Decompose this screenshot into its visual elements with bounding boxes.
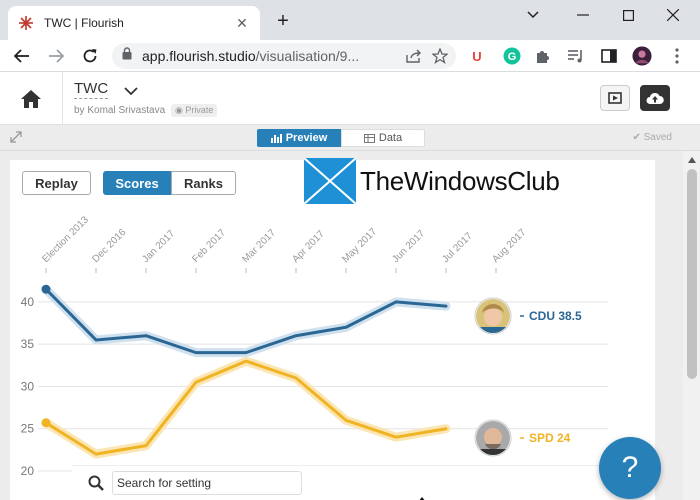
media-playlist-icon[interactable] [566, 46, 586, 66]
y-tick-label: 25 [21, 422, 35, 436]
tab-preview[interactable]: Preview [257, 129, 341, 147]
y-tick-label: 30 [21, 379, 35, 393]
back-arrow-icon[interactable] [10, 44, 34, 68]
address-bar[interactable]: app.flourish.studio/visualisation/9... [112, 43, 456, 69]
x-tick-label: Election 2013 [40, 214, 91, 265]
private-badge: ◉ Private [170, 104, 218, 117]
line-chart: 20 25 30 35 40 Election 2013 Dec 2016 Jan 2017… [21, 214, 608, 478]
x-tick-label: May 2017 [340, 226, 379, 265]
y-tick-label: 40 [21, 295, 35, 309]
x-tick-label: Dec 2016 [90, 227, 128, 265]
browser-titlebar: TWC | Flourish ✕ + [0, 0, 700, 40]
share-icon[interactable] [404, 46, 424, 66]
lock-icon[interactable] [122, 47, 132, 65]
url-text[interactable]: app.flourish.studio/visualisation/9... [142, 48, 404, 64]
chevron-down-icon[interactable] [124, 83, 138, 101]
author-name: by Komal Srivastava [74, 105, 166, 116]
maximize-icon[interactable] [615, 4, 641, 26]
tab-data[interactable]: Data [341, 129, 425, 147]
browser-tab[interactable]: TWC | Flourish ✕ [8, 6, 260, 40]
close-icon[interactable]: ✕ [234, 15, 250, 32]
side-panel-icon[interactable] [599, 46, 619, 66]
play-box-icon [608, 92, 622, 104]
search-icon [88, 475, 104, 491]
series-halo-spd [41, 356, 451, 459]
bar-chart-icon [270, 133, 282, 143]
new-tab-plus-icon[interactable]: + [272, 10, 294, 32]
check-icon: ✔ [632, 132, 641, 143]
series-label-spd: SPD 24 [529, 431, 571, 445]
saved-status: ✔ Saved [632, 132, 672, 143]
merkel-avatar [474, 297, 512, 335]
x-tick-label: Apr 2017 [290, 228, 327, 265]
series-halo-cdu [41, 284, 451, 358]
header-divider [62, 72, 63, 125]
window-close-icon[interactable] [660, 4, 686, 26]
minimize-icon[interactable] [570, 4, 596, 26]
help-button[interactable]: ? [599, 437, 661, 499]
x-tick-label: Mar 2017 [240, 227, 278, 265]
y-tick-label: 20 [21, 464, 35, 478]
publish-button[interactable] [640, 85, 670, 111]
browser-toolbar: app.flourish.studio/visualisation/9... U… [0, 40, 700, 72]
present-button[interactable] [600, 85, 630, 111]
expand-icon[interactable] [10, 131, 24, 145]
mouse-cursor-icon [418, 492, 426, 500]
flourish-header: TWC by Komal Srivastava ◉ Private [0, 72, 700, 125]
byline: by Komal Srivastava ◉ Private [74, 104, 218, 117]
scores-button[interactable]: Scores [103, 171, 171, 195]
forward-arrow-icon[interactable] [44, 44, 68, 68]
y-tick-label: 35 [21, 337, 35, 351]
reload-icon[interactable] [78, 44, 102, 68]
series-start-point-cdu [41, 284, 51, 294]
x-tick-label: Jun 2017 [390, 228, 427, 265]
ranks-button[interactable]: Ranks [171, 171, 236, 195]
settings-search-bar [72, 465, 652, 500]
watermark-text: TheWindowsClub [360, 165, 560, 196]
watermark: TheWindowsClub [304, 158, 560, 204]
x-tick-label: Feb 2017 [190, 227, 228, 265]
view-mode-bar: Preview Data ✔ Saved [0, 125, 700, 151]
x-tick-label: Jul 2017 [440, 230, 475, 265]
home-icon[interactable] [20, 89, 42, 109]
bookmark-star-icon[interactable] [430, 46, 450, 66]
series-label-cdu: CDU 38.5 [529, 309, 582, 323]
settings-search-input[interactable] [112, 471, 302, 495]
ublock-extension-icon[interactable]: U [467, 46, 487, 66]
grammarly-extension-icon[interactable]: G [502, 46, 522, 66]
flourish-favicon-icon [18, 15, 34, 31]
cloud-upload-icon [646, 92, 664, 104]
x-tick-label: Aug 2017 [490, 227, 528, 265]
vertical-scrollbar[interactable] [683, 151, 700, 500]
schulz-avatar [474, 419, 512, 457]
scroll-up-icon[interactable] [683, 153, 700, 167]
visualisation-title[interactable]: TWC [74, 80, 109, 99]
replay-button[interactable]: Replay [22, 171, 91, 195]
chevron-down-icon[interactable] [520, 4, 546, 26]
puzzle-extensions-icon[interactable] [533, 46, 553, 66]
x-tick-label: Jan 2017 [140, 228, 177, 265]
series-line-spd [44, 359, 448, 456]
windows-logo-icon [304, 158, 356, 204]
scroll-thumb[interactable] [687, 169, 697, 379]
eye-icon: ◉ [174, 105, 183, 115]
series-start-point-spd [41, 418, 51, 428]
table-icon [363, 133, 375, 143]
kebab-menu-icon[interactable] [667, 46, 687, 66]
svg-text:G: G [508, 51, 517, 63]
profile-avatar-icon[interactable] [632, 46, 652, 66]
tab-title: TWC | Flourish [44, 16, 124, 30]
